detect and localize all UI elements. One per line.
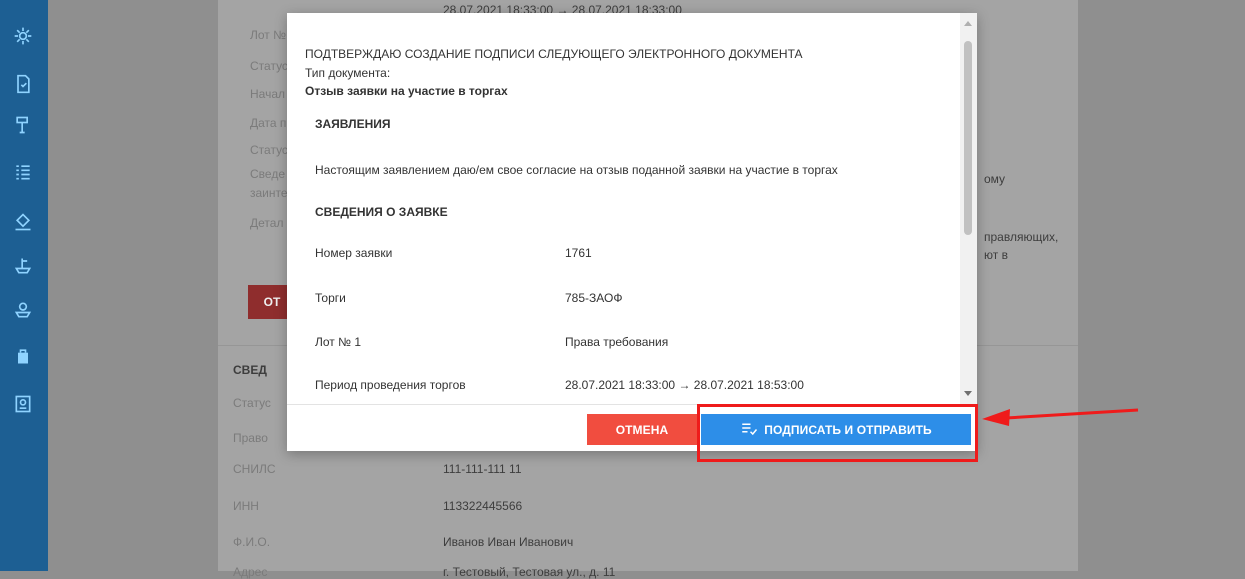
background-label: Дата п	[250, 116, 287, 130]
document-type-value: Отзыв заявки на участие в торгах	[305, 84, 508, 98]
gear-icon[interactable]	[11, 24, 35, 48]
detail-value: Права требования	[565, 335, 669, 349]
background-label: Сведе	[250, 167, 285, 181]
statement-text: Настоящим заявлением даю/ем свое согласи…	[315, 163, 838, 177]
list-icon[interactable]	[11, 160, 35, 184]
statement-heading: ЗАЯВЛЕНИЯ	[315, 117, 391, 131]
detail-label: Лот № 1	[315, 335, 361, 349]
background-lower-value: г. Тестовый, Тестовая ул., д. 11	[443, 565, 616, 579]
cancel-button-label: ОТМЕНА	[615, 422, 669, 437]
background-section-title: СВЕД	[233, 363, 267, 377]
detail-label: Период проведения торгов	[315, 378, 466, 392]
background-fragment: правляющих,	[984, 230, 1059, 244]
document-type-label: Тип документа:	[305, 66, 391, 80]
background-lower-label: ИНН	[233, 499, 259, 513]
background-label: заинте	[250, 186, 288, 200]
details-heading: СВЕДЕНИЯ О ЗАЯВКЕ	[315, 205, 448, 219]
background-fragment: ому	[984, 172, 1006, 186]
background-lower-value: Иванов Иван Иванович	[443, 535, 574, 549]
detail-value: 785-ЗАОФ	[565, 291, 623, 305]
background-label: Начал	[250, 87, 286, 101]
detail-label: Торги	[315, 291, 346, 305]
signature-confirmation-modal: ПОДТВЕРЖДАЮ СОЗДАНИЕ ПОДПИСИ СЛЕДУЮЩЕГО …	[287, 13, 977, 451]
background-lower-label: Адрес	[233, 565, 268, 579]
detail-label: Номер заявки	[315, 246, 393, 260]
detail-value: 28.07.2021 18:33:00 → 28.07.2021 18:53:0…	[565, 378, 804, 392]
background-lower-label: Ф.И.О.	[233, 535, 271, 549]
modal-title: ПОДТВЕРЖДАЮ СОЗДАНИЕ ПОДПИСИ СЛЕДУЮЩЕГО …	[305, 47, 803, 61]
background-lower-label: Право	[233, 431, 268, 445]
background-lower-value: 111-111-111 11	[443, 462, 522, 476]
gavel-icon[interactable]	[11, 210, 35, 234]
scroll-down-icon[interactable]	[964, 391, 972, 396]
background-label: Статус	[250, 143, 288, 157]
background-label: Статус	[250, 59, 288, 73]
modal-body[interactable]: ПОДТВЕРЖДАЮ СОЗДАНИЕ ПОДПИСИ СЛЕДУЮЩЕГО …	[287, 13, 960, 404]
detail-value: 1761	[565, 246, 592, 260]
scrollbar-thumb[interactable]	[964, 41, 972, 235]
background-lower-value: 113322445566	[443, 499, 523, 513]
document-icon[interactable]	[11, 72, 35, 96]
annotation-highlight-box	[697, 404, 978, 462]
background-lower-label: Статус	[233, 396, 271, 410]
background-lower-label: СНИЛС	[233, 462, 276, 476]
cancel-button[interactable]: ОТМЕНА	[587, 414, 697, 445]
annotation-arrow-icon	[982, 408, 1139, 426]
ship-icon[interactable]	[11, 298, 35, 322]
sidebar	[0, 0, 48, 571]
hammer-icon[interactable]	[11, 113, 35, 137]
modal-scrollbar[interactable]	[960, 13, 977, 404]
background-label: Детал	[250, 216, 284, 230]
bag-icon[interactable]	[11, 344, 35, 368]
background-fragment: ют в	[984, 248, 1008, 262]
boat-icon[interactable]	[11, 254, 35, 278]
scroll-up-icon[interactable]	[964, 21, 972, 26]
background-label: Лот №	[250, 28, 286, 42]
id-card-icon[interactable]	[11, 392, 35, 416]
